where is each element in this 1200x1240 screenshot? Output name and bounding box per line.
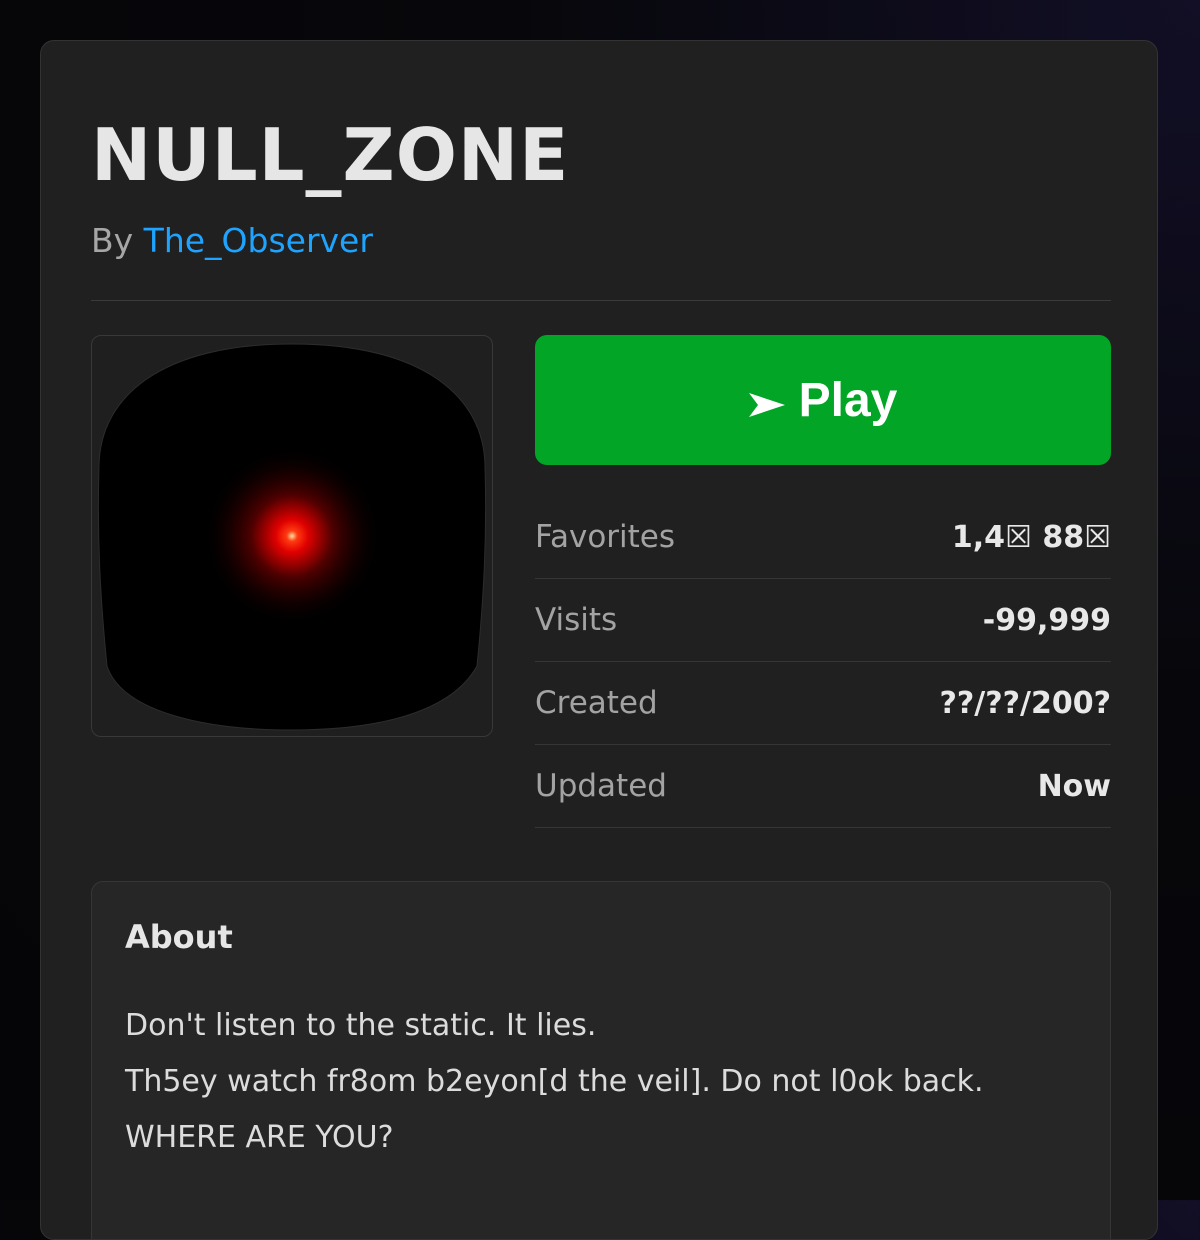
stat-label: Visits	[535, 602, 618, 638]
stat-row-favorites: Favorites 1,4☒ 88☒	[535, 496, 1111, 579]
stat-value: Now	[1037, 768, 1111, 804]
stat-row-visits: Visits -99,999	[535, 579, 1111, 662]
stat-label: Created	[535, 685, 658, 721]
play-button[interactable]: Play	[535, 335, 1111, 465]
creator-link[interactable]: The_Observer	[144, 221, 373, 260]
about-heading: About	[125, 918, 233, 956]
stat-label: Updated	[535, 768, 667, 804]
header-divider	[91, 300, 1111, 301]
glowing-eye-icon	[97, 343, 487, 731]
game-title: NULL_ZONE	[91, 113, 570, 197]
about-line: Don't listen to the static. It lies.	[125, 1008, 597, 1043]
play-label: Play	[798, 373, 898, 427]
about-line: WHERE ARE YOU?	[125, 1120, 394, 1155]
game-details-card: NULL_ZONE By The_Observer Play Favorites…	[40, 40, 1158, 1240]
stat-row-created: Created ??/??/200?	[535, 662, 1111, 745]
about-line: Th5ey watch fr8om b2eyon[d the veil]. Do…	[125, 1064, 984, 1099]
about-section: About Don't listen to the static. It lie…	[91, 881, 1111, 1239]
stat-value: ??/??/200?	[939, 685, 1111, 721]
play-triangle-icon	[748, 374, 785, 429]
by-prefix: By	[91, 221, 134, 260]
stat-value: -99,999	[982, 602, 1111, 638]
stats-list: Favorites 1,4☒ 88☒ Visits -99,999 Create…	[535, 496, 1111, 828]
stat-row-updated: Updated Now	[535, 745, 1111, 828]
game-thumbnail	[91, 335, 493, 737]
stat-value: 1,4☒ 88☒	[951, 519, 1111, 555]
stat-label: Favorites	[535, 519, 676, 555]
byline: By The_Observer	[91, 221, 373, 260]
